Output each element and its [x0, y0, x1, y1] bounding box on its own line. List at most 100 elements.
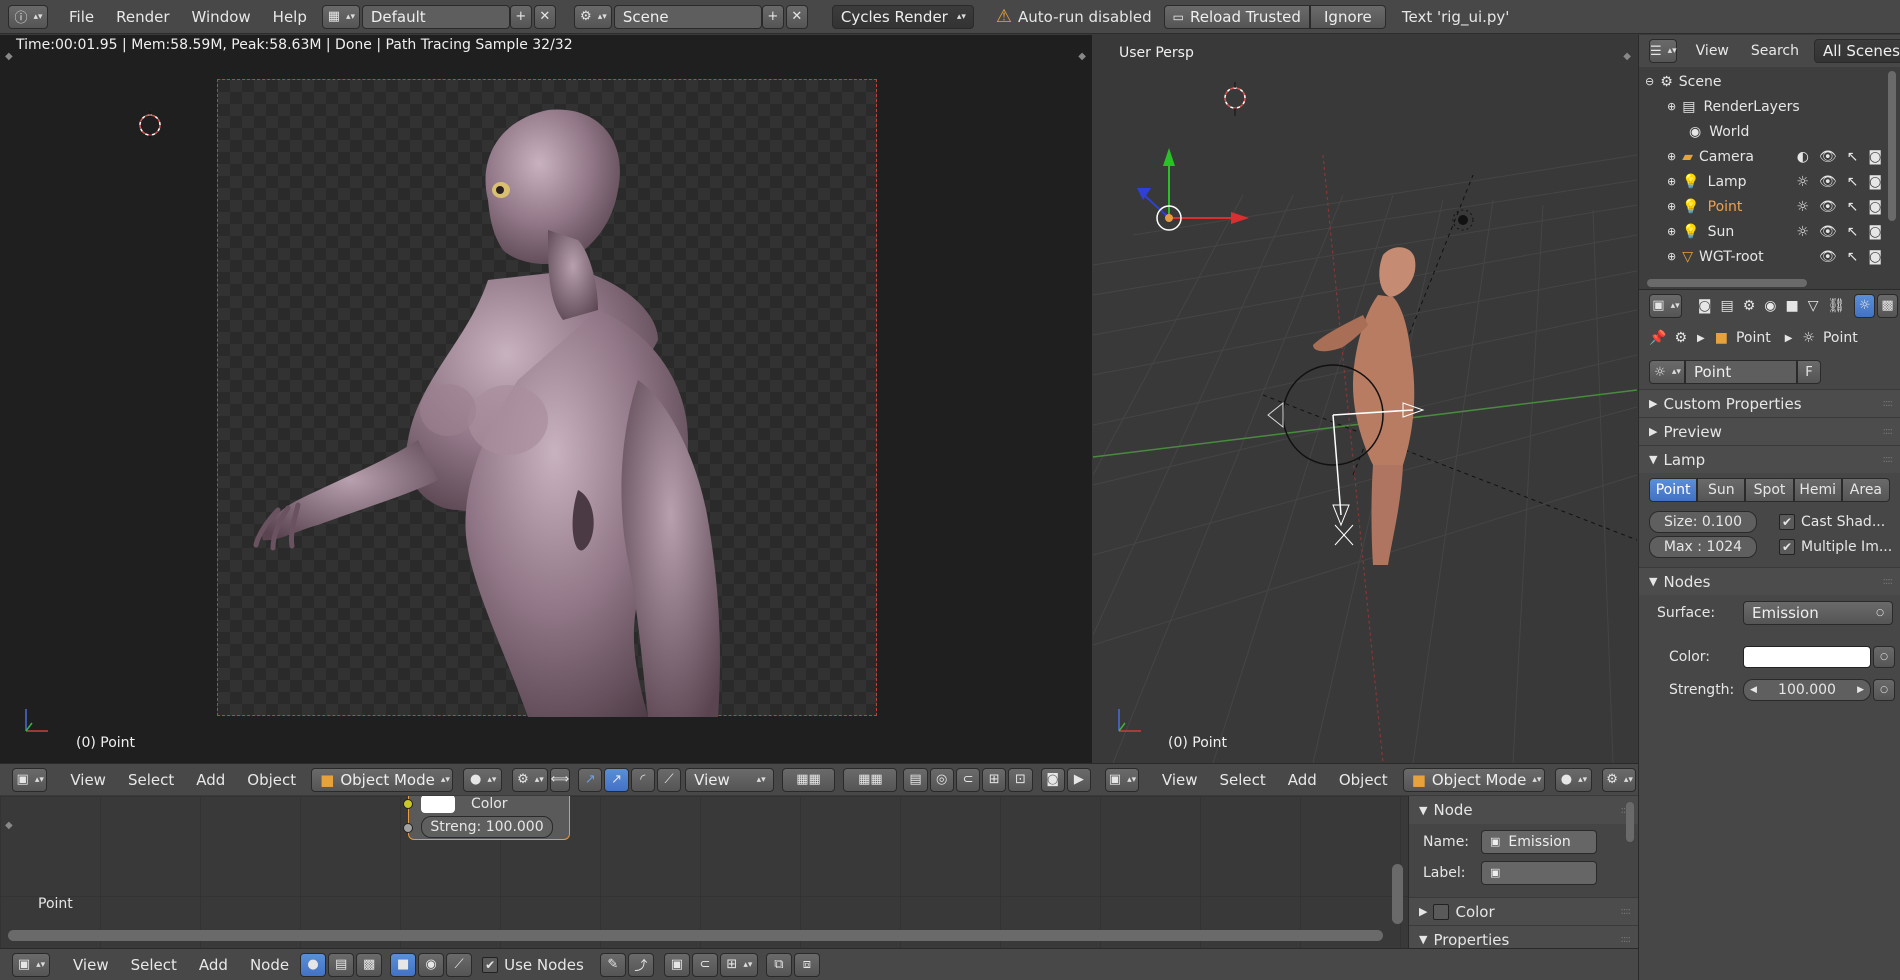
remove-layout-icon[interactable]: ✕ — [533, 4, 556, 29]
texture-tab-icon[interactable]: ▩ — [1877, 293, 1898, 318]
menu-select[interactable]: Select — [117, 771, 185, 789]
sun-lamp-icon[interactable] — [1443, 200, 1483, 240]
expand-icon[interactable]: ⊕ — [1667, 175, 1676, 188]
menu-add[interactable]: Add — [188, 956, 239, 974]
menu-view[interactable]: View — [62, 956, 120, 974]
pin-icon[interactable]: ✎ — [599, 952, 626, 977]
emission-node[interactable]: Color Streng: 100.000 — [403, 796, 570, 840]
outliner-item-world[interactable]: ◉ World — [1639, 119, 1900, 144]
color-swatch[interactable] — [421, 796, 455, 813]
menu-select[interactable]: Select — [120, 956, 188, 974]
lamp-panel[interactable]: ▼ Lamp:::: — [1639, 445, 1900, 473]
color-socket[interactable] — [403, 799, 413, 809]
linestyle-shader-icon[interactable]: ⟋ — [446, 952, 473, 977]
horizontal-scrollbar[interactable] — [8, 930, 1383, 941]
lamp-type-point[interactable]: Point — [1649, 478, 1698, 502]
compositing-nodes-icon[interactable]: ▤ — [328, 952, 355, 977]
outliner-item-renderlayers[interactable]: ⊕ ▤ RenderLayers — [1639, 94, 1900, 119]
menu-add[interactable]: Add — [185, 771, 236, 789]
outliner-item-scene[interactable]: ⊖ ⚙ Scene — [1639, 69, 1900, 94]
pin-icon[interactable]: 📌 — [1649, 330, 1666, 346]
cast-shadow-checkbox[interactable]: ✔ — [1779, 513, 1795, 530]
datablock-browse-icon[interactable]: ☼ — [1649, 360, 1685, 384]
snap-target-icon[interactable]: ⊡ — [1008, 767, 1033, 792]
info-editor-type-button[interactable]: ⓘ — [8, 4, 48, 29]
layers-grid-icon[interactable]: ▦▦ — [781, 767, 836, 792]
lock-layers-icon[interactable]: ▤ — [903, 767, 928, 792]
expand-icon[interactable]: ⊕ — [1667, 100, 1676, 113]
nodes-panel[interactable]: ▼ Nodes:::: — [1639, 567, 1900, 595]
lamp-data-tab-icon[interactable]: ☼ — [1854, 293, 1876, 318]
layout-selector-icon[interactable]: ▦ — [321, 4, 360, 29]
menu-view[interactable]: View — [1151, 771, 1209, 789]
corner-resize-handle[interactable]: ◆ — [1623, 51, 1631, 62]
reload-trusted-button[interactable]: ▭ Reload Trusted — [1163, 4, 1310, 29]
pivot-point-button[interactable]: ⚙ — [1602, 767, 1636, 792]
outliner-item-sun[interactable]: ⊕ 💡 Sun ☼👁↖◙ — [1639, 219, 1900, 244]
outliner-editor-type-button[interactable]: ☰ — [1649, 39, 1677, 63]
add-scene-icon[interactable]: + — [761, 4, 784, 29]
scene-selector-icon[interactable]: ⚙ — [573, 4, 612, 29]
strength-link-button[interactable]: ○ — [1873, 679, 1895, 701]
collapse-icon[interactable]: ⊖ — [1645, 75, 1654, 88]
outliner-item-point[interactable]: ⊕ 💡 Point ☼👁↖◙ — [1639, 194, 1900, 219]
node-editor-canvas[interactable]: ◆ Color Streng: 100.000 Point — [0, 796, 1408, 948]
properties-editor-type-button[interactable]: ▣ — [1649, 293, 1682, 318]
outliner-item-lamp[interactable]: ⊕ 💡 Lamp ☼👁↖◙ — [1639, 169, 1900, 194]
snap-element-icon[interactable]: ⊞ — [719, 952, 758, 977]
rotate-manipulator-icon[interactable]: ↗ — [604, 767, 629, 792]
node-color-panel[interactable]: ▶ Color:::: — [1409, 897, 1638, 925]
multiple-importance-checkbox[interactable]: ✔ — [1779, 538, 1795, 555]
3d-cursor-icon[interactable] — [136, 111, 164, 139]
lamp-color-swatch[interactable] — [1743, 646, 1871, 668]
node-panel-header[interactable]: ▼Node:::: — [1409, 796, 1638, 824]
datablock-name-field[interactable]: Point — [1685, 360, 1797, 384]
panel-scrollbar[interactable] — [1626, 802, 1634, 842]
size-field[interactable]: Size: 0.100 — [1649, 510, 1757, 533]
lamp-type-area[interactable]: Area — [1841, 478, 1891, 502]
menu-file[interactable]: File — [58, 8, 105, 26]
go-parent-icon[interactable]: ⤴ — [627, 952, 654, 977]
remove-scene-icon[interactable]: ✕ — [785, 4, 808, 29]
proportional-edit-icon[interactable]: ◎ — [929, 767, 954, 792]
outliner-menu-view[interactable]: View — [1685, 43, 1740, 59]
use-nodes-checkbox[interactable]: ✔ — [482, 956, 499, 973]
snap-toggle-icon[interactable]: ⊂ — [691, 952, 718, 977]
viewport-shading-button[interactable]: ● — [1554, 767, 1593, 792]
menu-window[interactable]: Window — [181, 8, 262, 26]
color-link-button[interactable]: ○ — [1873, 646, 1895, 668]
outliner-scrollbar-v[interactable] — [1888, 71, 1896, 221]
viewport-shading-button[interactable]: ● — [463, 767, 503, 792]
menu-view[interactable]: View — [59, 771, 117, 789]
expand-icon[interactable]: ⊕ — [1667, 250, 1676, 263]
custom-properties-panel[interactable]: ▶ Custom Properties:::: — [1639, 389, 1900, 417]
editor-type-button[interactable]: ▣ — [12, 767, 48, 792]
editor-type-button[interactable]: ▣ — [1105, 767, 1139, 792]
outliner-item-wgt-root[interactable]: ⊕ ▽ WGT-root 👁↖◙ — [1639, 244, 1900, 269]
outliner-scrollbar-h[interactable] — [1647, 279, 1807, 287]
lamp-transform-gizmo[interactable] — [1129, 130, 1269, 245]
pivot-point-button[interactable]: ⚙ — [512, 767, 548, 792]
ignore-button[interactable]: Ignore — [1309, 4, 1386, 29]
lamp-type-sun[interactable]: Sun — [1697, 478, 1746, 502]
node-name-field[interactable]: ▣ Emission — [1481, 829, 1597, 854]
transform-manipulator[interactable] — [1263, 355, 1433, 595]
strength-field[interactable]: ◀ 100.000 ▶ — [1743, 679, 1871, 701]
editor-type-button[interactable]: ▣ — [12, 952, 50, 977]
layers-grid-icon-2[interactable]: ▦▦ — [843, 767, 898, 792]
add-layout-icon[interactable]: + — [509, 4, 532, 29]
render-anim-icon[interactable]: ▶ — [1066, 767, 1091, 792]
color-checkbox[interactable] — [1433, 903, 1450, 920]
surface-dropdown[interactable]: Emission ○ — [1743, 601, 1893, 625]
paste-icon[interactable]: ⧈ — [793, 952, 820, 977]
scale-manipulator-icon[interactable]: ◜ — [630, 767, 655, 792]
expand-icon[interactable]: ⊕ — [1667, 225, 1676, 238]
3d-viewport[interactable]: User Persp ◆ (0) Point — [1093, 35, 1637, 763]
menu-add[interactable]: Add — [1277, 771, 1328, 789]
strength-socket[interactable] — [403, 823, 413, 833]
max-bounces-field[interactable]: Max : 1024 — [1649, 535, 1757, 558]
preview-panel[interactable]: ▶ Preview:::: — [1639, 417, 1900, 445]
scene-field[interactable]: Scene — [613, 4, 762, 29]
menu-object[interactable]: Object — [236, 771, 307, 789]
transform-orientation-icon[interactable]: ⟋ — [656, 767, 682, 792]
